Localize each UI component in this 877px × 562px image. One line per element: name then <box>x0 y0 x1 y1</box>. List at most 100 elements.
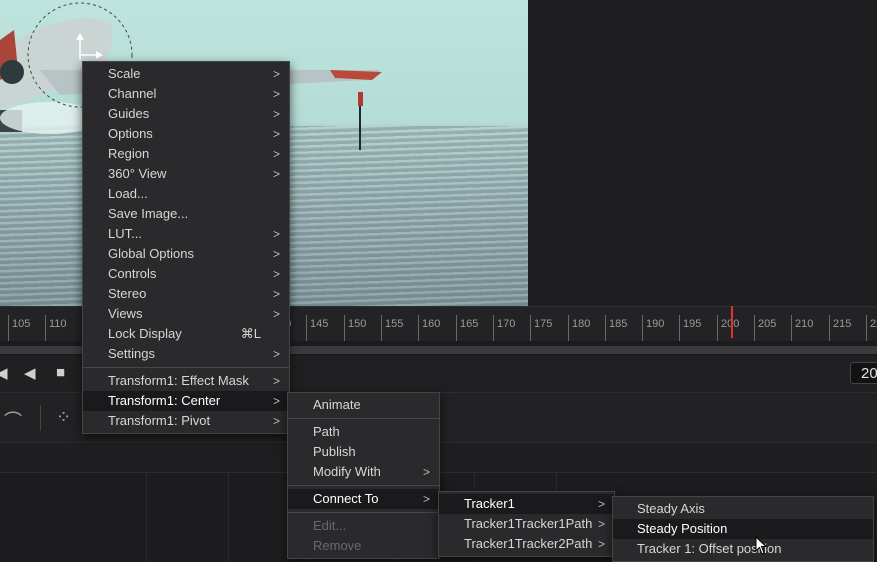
connect-to-submenu: Tracker1 > Tracker1Tracker1Path > Tracker1… <box>438 491 615 557</box>
publish-label: Publish <box>313 444 356 459</box>
steady-axis-label: Steady Axis <box>637 501 705 516</box>
chevron-right-icon: > <box>597 537 605 551</box>
menu-item-guides[interactable]: Guides > <box>83 104 289 124</box>
viewer-empty-area <box>528 0 877 306</box>
menu-item-transform1-center[interactable]: Transform1: Center > <box>83 391 289 411</box>
marker-flag <box>358 92 363 106</box>
chevron-right-icon: > <box>272 374 280 388</box>
menu-item-global-options[interactable]: Global Options > <box>83 244 289 264</box>
menu-item-label: Load... <box>108 186 148 201</box>
chevron-right-icon: > <box>272 67 280 81</box>
remove-item: Remove <box>288 536 439 556</box>
chevron-right-icon: > <box>272 307 280 321</box>
ruler-tick-label: 190 <box>646 318 665 330</box>
bezier-curve-icon[interactable]: ⌒ <box>4 407 22 433</box>
modify-with-label: Modify With <box>313 464 381 479</box>
tracker2-path-item[interactable]: Tracker1Tracker2Path > <box>439 534 614 554</box>
menu-item-region[interactable]: Region > <box>83 144 289 164</box>
ruler-tick-label: 170 <box>497 318 516 330</box>
menu-item-label: Controls <box>108 266 157 281</box>
connect-to-label: Connect To <box>313 491 379 506</box>
modify-with-item[interactable]: Modify With > <box>288 462 439 482</box>
menu-item-label: Transform1: Effect Mask <box>108 373 249 388</box>
stop-icon[interactable]: ■ <box>56 364 65 381</box>
ruler-tick-label: 205 <box>758 318 777 330</box>
ruler-tick-label: 155 <box>385 318 404 330</box>
chevron-right-icon: > <box>272 287 280 301</box>
menu-item-options[interactable]: Options > <box>83 124 289 144</box>
chevron-right-icon: > <box>597 497 605 511</box>
menu-item-360-view[interactable]: 360° View > <box>83 164 289 184</box>
playhead[interactable] <box>731 306 733 338</box>
menu-item-label: Lock Display <box>108 326 182 341</box>
remove-label: Remove <box>313 538 362 553</box>
engine <box>0 60 24 84</box>
ruler-tick-label: 105 <box>12 318 31 330</box>
edit-label: Edit... <box>313 518 347 533</box>
ruler-tick-label: 185 <box>609 318 628 330</box>
chevron-right-icon: > <box>272 394 280 408</box>
menu-item-lock-display[interactable]: Lock Display ⌘L <box>83 324 289 344</box>
tracker1-item[interactable]: Tracker1 > <box>439 494 614 514</box>
menu-item-label: Settings <box>108 346 155 361</box>
menu-item-label: Scale <box>108 66 141 81</box>
chevron-right-icon: > <box>422 465 430 479</box>
menu-item-scale[interactable]: Scale > <box>83 64 289 84</box>
menu-item-label: Views <box>108 306 143 321</box>
menu-item-label: Transform1: Center <box>108 393 221 408</box>
chevron-right-icon: > <box>272 127 280 141</box>
chevron-right-icon: > <box>272 414 280 428</box>
play-reverse-icon[interactable]: ◀ <box>0 364 8 382</box>
steady-position-label: Steady Position <box>637 521 728 536</box>
step-back-icon[interactable]: ◀ <box>24 364 36 382</box>
chevron-right-icon: > <box>272 347 280 361</box>
tracker1-path-label: Tracker1Tracker1Path <box>464 516 593 531</box>
menu-item-label: 360° View <box>108 166 167 181</box>
menu-separator <box>288 485 439 486</box>
current-frame-field[interactable]: 20 <box>850 362 877 384</box>
menu-item-settings[interactable]: Settings > <box>83 344 289 364</box>
path-item[interactable]: Path <box>288 422 439 442</box>
tracker1-label: Tracker1 <box>464 496 515 511</box>
connect-to-item[interactable]: Connect To > <box>288 489 439 509</box>
ruler-tick-label: 160 <box>422 318 441 330</box>
steady-axis-item[interactable]: Steady Axis <box>613 499 873 519</box>
ruler-tick-label: 210 <box>795 318 814 330</box>
menu-item-label: LUT... <box>108 226 142 241</box>
ruler-tick-label: 22 <box>870 318 877 330</box>
menu-item-load[interactable]: Load... <box>83 184 289 204</box>
menu-separator <box>288 418 439 419</box>
menu-item-transform1-pivot[interactable]: Transform1: Pivot > <box>83 411 289 431</box>
tracker1-path-item[interactable]: Tracker1Tracker1Path > <box>439 514 614 534</box>
offset-position-item[interactable]: Tracker 1: Offset position <box>613 539 873 559</box>
menu-shortcut: ⌘L <box>240 326 261 341</box>
mouse-pointer-icon <box>755 536 768 555</box>
ruler-tick-label: 200 <box>717 318 739 330</box>
menu-item-views[interactable]: Views > <box>83 304 289 324</box>
edit-item: Edit... <box>288 516 439 536</box>
chevron-right-icon: > <box>272 227 280 241</box>
ruler-tick-label: 145 <box>310 318 329 330</box>
tracker2-path-label: Tracker1Tracker2Path <box>464 536 593 551</box>
menu-item-channel[interactable]: Channel > <box>83 84 289 104</box>
menu-item-lut[interactable]: LUT... > <box>83 224 289 244</box>
menu-item-label: Stereo <box>108 286 147 301</box>
animate-item[interactable]: Animate <box>288 395 439 415</box>
menu-item-label: Guides <box>108 106 150 121</box>
menu-separator <box>288 512 439 513</box>
publish-item[interactable]: Publish <box>288 442 439 462</box>
menu-item-save-image[interactable]: Save Image... <box>83 204 289 224</box>
menu-item-stereo[interactable]: Stereo > <box>83 284 289 304</box>
chevron-right-icon: > <box>597 517 605 531</box>
ruler-tick-label: 150 <box>348 318 367 330</box>
particle-brush-icon[interactable]: ⁘ <box>56 407 71 428</box>
center-submenu: Animate Path Publish Modify With > Connec… <box>287 392 440 559</box>
menu-item-label: Transform1: Pivot <box>108 413 211 428</box>
menu-item-label: Save Image... <box>108 206 189 221</box>
path-label: Path <box>313 424 340 439</box>
menu-item-transform1-effect-mask[interactable]: Transform1: Effect Mask > <box>83 371 289 391</box>
menu-item-controls[interactable]: Controls > <box>83 264 289 284</box>
ruler-tick-label: 175 <box>534 318 553 330</box>
steady-position-item[interactable]: Steady Position <box>613 519 873 539</box>
tracker1-submenu: Steady Axis Steady Position Tracker 1: O… <box>612 496 874 562</box>
